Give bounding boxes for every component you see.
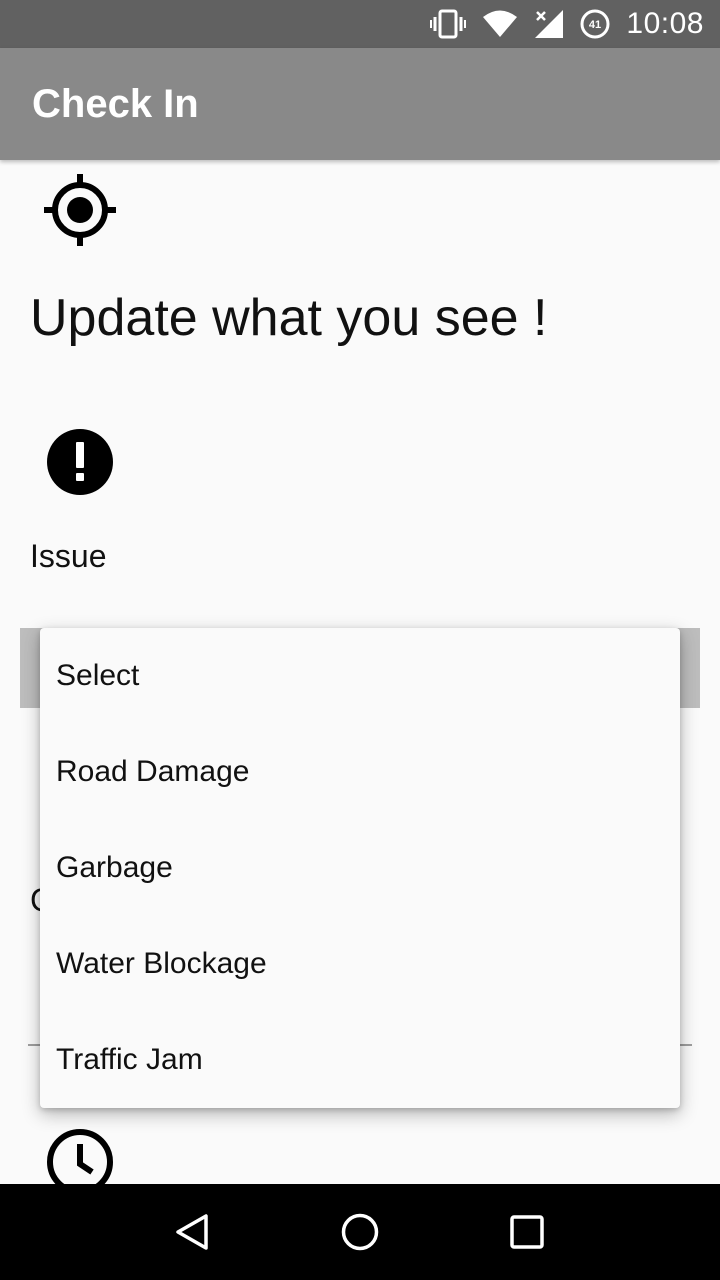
navigation-bar	[0, 1184, 720, 1280]
battery-level: 41	[589, 19, 601, 31]
page-heading: Update what you see !	[30, 289, 548, 347]
clock-icon	[46, 1128, 114, 1195]
wifi-icon	[482, 10, 518, 38]
status-time: 10:08	[626, 7, 704, 40]
screen: 41 10:08 Check In Update what you see !	[0, 0, 720, 1280]
app-title: Check In	[32, 81, 199, 126]
dropdown-option-traffic-jam[interactable]: Traffic Jam	[40, 1012, 680, 1108]
back-icon[interactable]	[163, 1202, 223, 1262]
battery-icon: 41	[580, 9, 610, 39]
issue-dropdown-menu: Select Road Damage Garbage Water Blockag…	[40, 628, 680, 1108]
vibrate-icon	[430, 9, 467, 39]
dropdown-option-garbage[interactable]: Garbage	[40, 820, 680, 916]
recents-icon[interactable]	[497, 1202, 557, 1262]
issue-label: Issue	[30, 538, 107, 574]
my-location-icon[interactable]	[40, 170, 120, 255]
dropdown-option-road-damage[interactable]: Road Damage	[40, 724, 680, 820]
dropdown-option-water-blockage[interactable]: Water Blockage	[40, 916, 680, 1012]
dropdown-option-select[interactable]: Select	[40, 628, 680, 724]
alert-icon	[46, 428, 114, 501]
home-icon[interactable]	[330, 1202, 390, 1262]
signal-icon	[534, 9, 564, 39]
app-bar: Check In	[0, 48, 720, 160]
status-bar: 41 10:08	[0, 0, 720, 48]
